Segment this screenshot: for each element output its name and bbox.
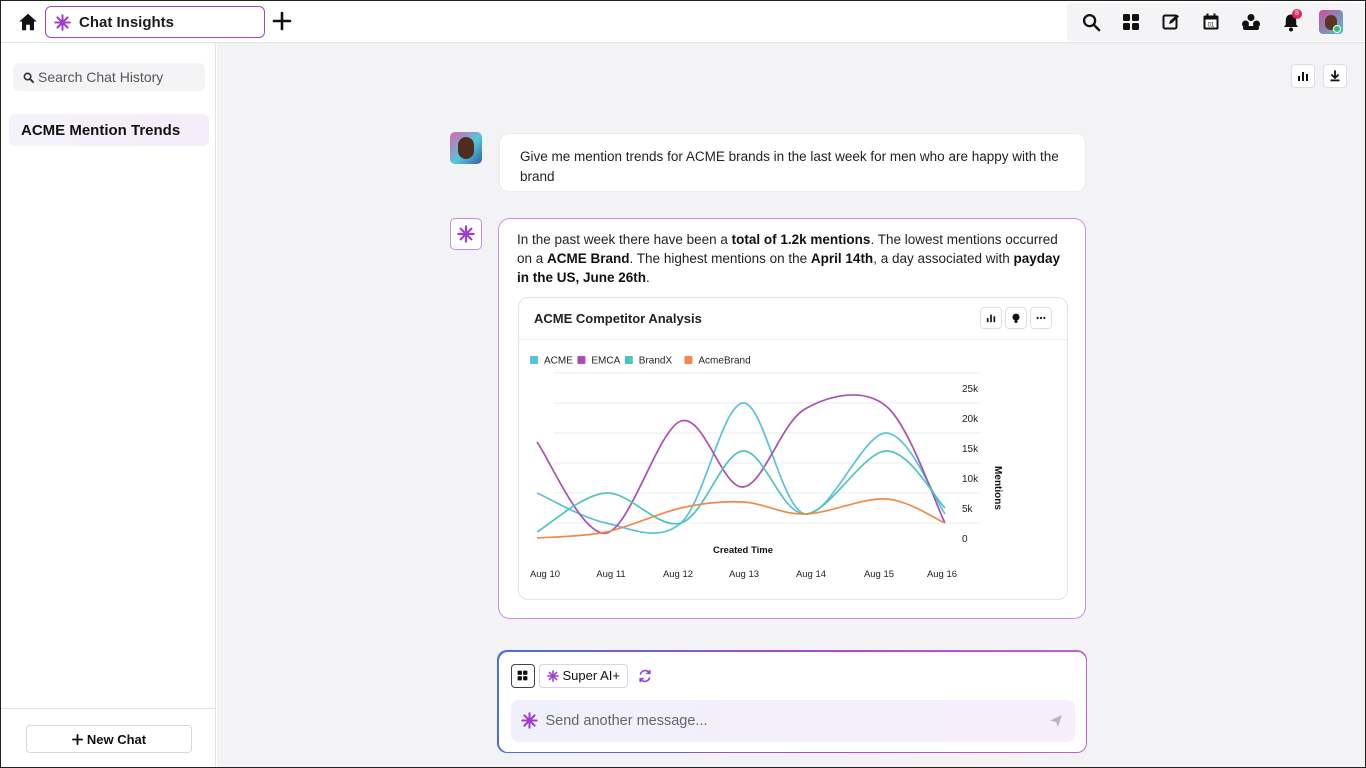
line-chart: 0 5k 10k 15k 20k 25k Mentions Created Time Aug 1… xyxy=(530,356,1003,581)
plus-icon xyxy=(71,733,83,745)
search-input[interactable] xyxy=(38,69,198,85)
chat-insights-tab[interactable]: Chat Insights xyxy=(45,6,265,38)
sidebar-item-label: ACME Mention Trends xyxy=(21,121,181,139)
plus-icon[interactable] xyxy=(271,10,293,32)
chart-card: ACME Competitor Analysis 0 5k 10k 15k 20k 25k… xyxy=(518,297,1068,600)
user-message-text: Give me mention trends for ACME brands i… xyxy=(520,149,1059,184)
online-status-dot xyxy=(1333,25,1341,33)
chart-type-button[interactable] xyxy=(980,307,1002,329)
legend-swatch xyxy=(624,356,633,364)
composer-inner: Super AI+ xyxy=(498,651,1086,752)
x-tick-label: Aug 11 xyxy=(596,569,625,580)
model-label: Super AI+ xyxy=(562,668,620,683)
y-tick-label: 10k xyxy=(962,474,979,485)
y-tick-label: 25k xyxy=(962,384,979,395)
sparkle-icon xyxy=(546,669,559,682)
legend-swatch xyxy=(577,356,586,364)
header-tools: 01 8 xyxy=(1067,3,1365,41)
y-tick-label: 15k xyxy=(962,444,979,455)
community-button[interactable] xyxy=(1231,3,1271,41)
top-bar: Chat Insights 01 8 xyxy=(1,1,1365,43)
message-input-wrap[interactable] xyxy=(510,699,1075,742)
chart-title: ACME Competitor Analysis xyxy=(534,311,702,326)
chart-view-button[interactable] xyxy=(1291,64,1315,88)
insight-button[interactable] xyxy=(1005,307,1027,329)
chat-history-search[interactable] xyxy=(13,63,205,91)
apps-grid-icon xyxy=(517,670,528,681)
bar-chart-icon xyxy=(986,314,996,323)
apps-button[interactable] xyxy=(1111,3,1151,41)
x-tick-label: Aug 10 xyxy=(530,569,560,580)
ai-text-part: , a day associated with xyxy=(873,251,1014,266)
legend-label: EMCA xyxy=(591,356,620,367)
y-axis-label: Mentions xyxy=(992,466,1003,510)
x-tick-label: Aug 14 xyxy=(796,569,826,580)
more-icon xyxy=(1036,316,1046,320)
ai-avatar xyxy=(450,218,482,250)
ai-message: In the past week there have been a total… xyxy=(498,218,1086,619)
search-icon xyxy=(1082,13,1100,31)
calendar-icon: 01 xyxy=(1203,13,1219,30)
compose-button[interactable] xyxy=(1151,3,1191,41)
legend-label: BrandX xyxy=(639,356,673,367)
new-chat-button[interactable]: New Chat xyxy=(26,725,192,753)
user-avatar xyxy=(450,132,482,164)
bar-chart-icon xyxy=(1298,72,1308,81)
x-tick-label: Aug 13 xyxy=(729,569,759,580)
x-tick-label: Aug 12 xyxy=(663,569,693,580)
ai-text-bold: total of 1.2k mentions xyxy=(731,232,871,247)
ai-text-part: In the past week there have been a xyxy=(517,232,732,247)
ai-text-part: . The highest mentions on the xyxy=(629,251,811,266)
series-line-emca xyxy=(536,394,946,535)
profile-button[interactable] xyxy=(1311,3,1351,41)
svg-text:01: 01 xyxy=(1208,23,1215,29)
refresh-icon[interactable] xyxy=(637,668,653,684)
x-tick-label: Aug 15 xyxy=(864,569,894,580)
x-axis-label: Created Time xyxy=(713,545,773,556)
lightbulb-icon xyxy=(1012,313,1020,323)
sparkle-icon xyxy=(520,712,538,729)
ai-text-bold: ACME Brand xyxy=(547,251,630,266)
legend-swatch xyxy=(530,356,538,364)
legend-label: ACME xyxy=(544,356,573,367)
tab-title: Chat Insights xyxy=(79,13,175,31)
sidebar: ACME Mention Trends New Chat xyxy=(1,43,216,767)
calendar-button[interactable]: 01 xyxy=(1191,3,1231,41)
series-line-acme xyxy=(536,402,946,534)
message-composer: Super AI+ xyxy=(497,650,1087,753)
message-input[interactable] xyxy=(545,712,1026,729)
sparkle-icon xyxy=(457,225,475,243)
y-tick-label: 0 xyxy=(962,534,968,545)
home-icon[interactable] xyxy=(17,11,39,33)
download-button[interactable] xyxy=(1323,64,1347,88)
search-icon xyxy=(23,72,34,83)
legend-swatch xyxy=(684,356,693,364)
user-message: Give me mention trends for ACME brands i… xyxy=(499,133,1086,192)
more-options-button[interactable] xyxy=(1030,307,1052,329)
apps-grid-icon xyxy=(1123,14,1139,30)
edit-icon xyxy=(1162,14,1179,30)
sidebar-footer: New Chat xyxy=(1,708,215,767)
notification-badge: 8 xyxy=(1292,9,1302,19)
legend-label: AcmeBrand xyxy=(698,356,750,367)
download-icon xyxy=(1330,70,1340,82)
notifications-button[interactable]: 8 xyxy=(1271,3,1311,41)
sparkle-icon xyxy=(54,13,71,31)
y-tick-label: 5k xyxy=(962,504,974,515)
y-tick-label: 20k xyxy=(962,414,979,425)
sidebar-item-acme-mention-trends[interactable]: ACME Mention Trends xyxy=(9,114,209,146)
search-button[interactable] xyxy=(1071,3,1111,41)
community-icon xyxy=(1242,14,1260,30)
ai-message-text: In the past week there have been a total… xyxy=(517,230,1062,287)
apps-button[interactable] xyxy=(510,663,535,688)
ai-text-bold: April 14th xyxy=(810,251,874,266)
x-tick-label: Aug 16 xyxy=(927,569,957,580)
chat-main: Give me mention trends for ACME brands i… xyxy=(217,43,1365,767)
model-selector[interactable]: Super AI+ xyxy=(538,663,628,688)
send-icon[interactable] xyxy=(1049,714,1063,728)
ai-text-part: . xyxy=(646,270,650,285)
new-chat-label: New Chat xyxy=(86,731,147,747)
